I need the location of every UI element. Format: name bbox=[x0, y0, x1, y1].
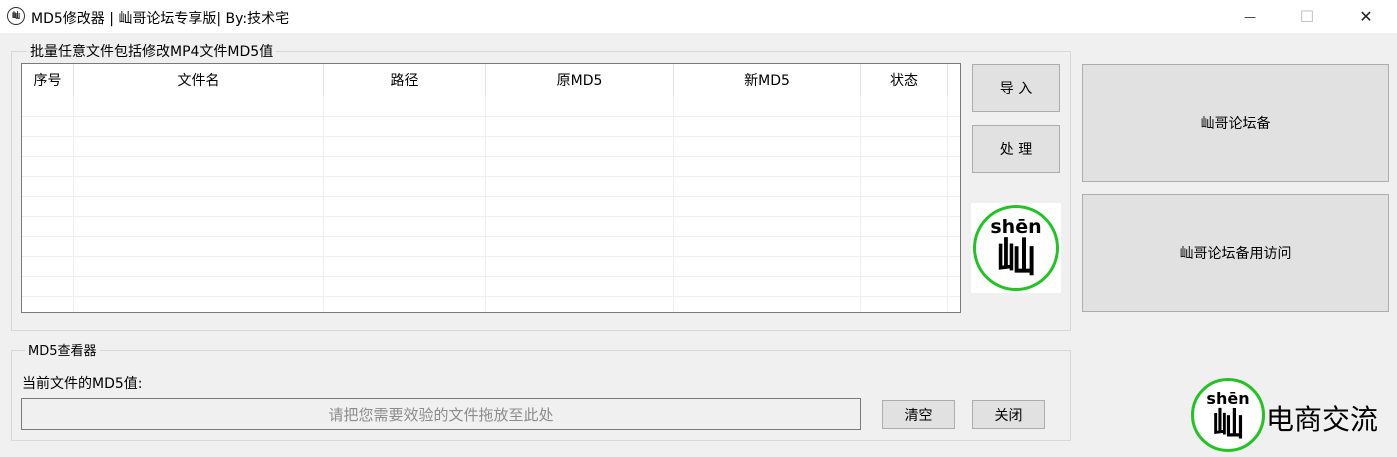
window-title: MD5修改器 | 屾哥论坛专享版| By:技术宅 bbox=[31, 11, 290, 27]
table-header: 序号 文件名 路径 原MD5 新MD5 状态 bbox=[22, 64, 960, 96]
md5-drop-field[interactable]: 请把您需要效验的文件拖放至此处 bbox=[21, 398, 861, 430]
close-icon: ✕ bbox=[1359, 7, 1373, 26]
row-divider bbox=[22, 116, 960, 117]
close-button[interactable]: 关闭 bbox=[972, 400, 1045, 429]
current-md5-label: 当前文件的MD5值: bbox=[22, 376, 143, 392]
row-divider bbox=[22, 236, 960, 237]
import-button[interactable]: 导 入 bbox=[972, 64, 1060, 112]
logo-char: 屾 bbox=[996, 235, 1036, 281]
table-body bbox=[22, 96, 960, 312]
row-divider bbox=[22, 276, 960, 277]
col-header-index[interactable]: 序号 bbox=[22, 64, 74, 96]
app-logo-icon: 屾 bbox=[7, 7, 25, 25]
close-window-button[interactable]: ✕ bbox=[1343, 0, 1389, 33]
row-divider bbox=[22, 176, 960, 177]
batch-group-legend: 批量任意文件包括修改MP4文件MD5值 bbox=[27, 41, 277, 61]
col-header-filename[interactable]: 文件名 bbox=[74, 64, 324, 96]
row-divider bbox=[22, 136, 960, 137]
row-divider bbox=[22, 156, 960, 157]
brand-char: 屾 bbox=[1211, 404, 1244, 443]
col-divider bbox=[673, 96, 674, 312]
shen-logo: shēn 屾 bbox=[971, 203, 1061, 293]
maximize-button[interactable]: ☐ bbox=[1284, 0, 1330, 33]
row-divider bbox=[22, 216, 960, 217]
col-divider bbox=[860, 96, 861, 312]
shen-logo-icon: shēn 屾 bbox=[973, 205, 1059, 291]
file-table[interactable]: 序号 文件名 路径 原MD5 新MD5 状态 bbox=[21, 63, 961, 313]
col-divider bbox=[485, 96, 486, 312]
clear-button[interactable]: 清空 bbox=[882, 400, 955, 429]
md5-viewer-legend: MD5查看器 bbox=[25, 340, 100, 359]
col-header-path[interactable]: 路径 bbox=[324, 64, 486, 96]
brand-text: 电商交流 bbox=[1266, 403, 1379, 436]
col-divider bbox=[73, 96, 74, 312]
title-bar: 屾 MD5修改器 | 屾哥论坛专享版| By:技术宅 — ☐ ✕ bbox=[0, 0, 1397, 33]
minimize-icon: — bbox=[1244, 9, 1256, 24]
forum-backup-button[interactable]: 屾哥论坛备 bbox=[1082, 64, 1389, 182]
col-header-new-md5[interactable]: 新MD5 bbox=[674, 64, 861, 96]
row-divider bbox=[22, 296, 960, 297]
col-divider bbox=[947, 96, 948, 312]
col-divider bbox=[323, 96, 324, 312]
col-header-status[interactable]: 状态 bbox=[861, 64, 948, 96]
forum-alt-access-button[interactable]: 屾哥论坛备用访问 bbox=[1082, 194, 1389, 312]
brand-logo-icon: shēn 屾 bbox=[1191, 378, 1265, 452]
row-divider bbox=[22, 196, 960, 197]
minimize-button[interactable]: — bbox=[1227, 0, 1273, 33]
process-button[interactable]: 处 理 bbox=[972, 125, 1060, 173]
maximize-icon: ☐ bbox=[1299, 7, 1315, 26]
row-divider bbox=[22, 256, 960, 257]
col-header-original-md5[interactable]: 原MD5 bbox=[486, 64, 674, 96]
md5-drop-placeholder: 请把您需要效验的文件拖放至此处 bbox=[328, 405, 554, 424]
